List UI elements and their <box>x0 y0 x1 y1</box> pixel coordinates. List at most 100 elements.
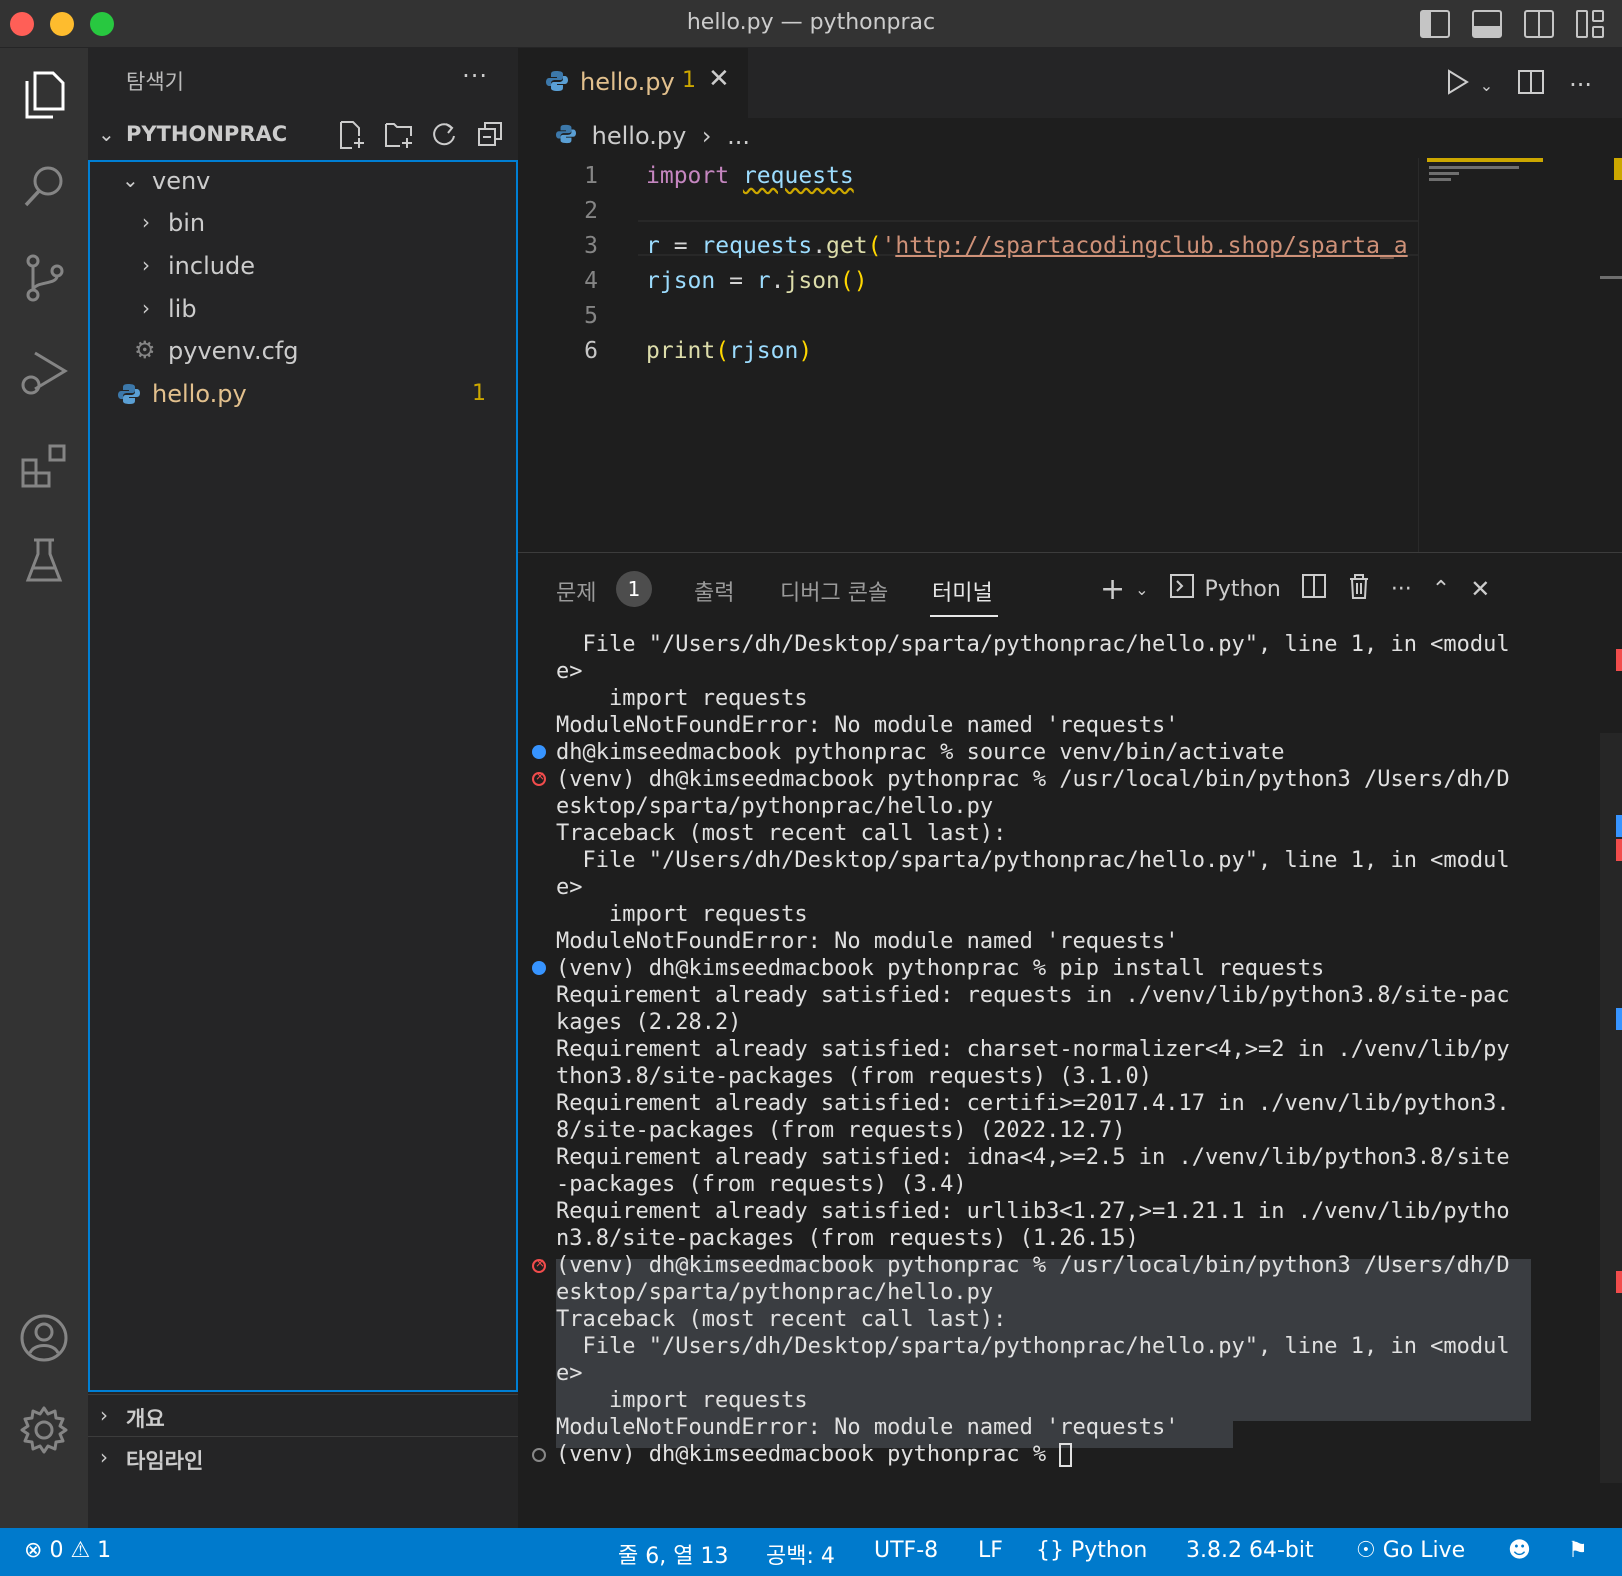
end-of-line[interactable]: LF <box>978 1538 1003 1563</box>
tab-problems[interactable]: 문제 <box>556 575 596 607</box>
window-title: hello.py — pythonprac <box>686 10 936 35</box>
terminal-line: Traceback (most recent call last): <box>556 821 1007 846</box>
collapse-all-icon[interactable] <box>476 120 504 148</box>
notifications-bell-icon[interactable]: ⚑ <box>1568 1538 1588 1563</box>
terminal-line: import requests <box>556 1388 808 1413</box>
tab-debug-console[interactable]: 디버그 콘솔 <box>780 575 888 607</box>
refresh-icon[interactable] <box>430 120 458 148</box>
line-number: 5 <box>584 303 598 329</box>
gear-icon: ⚙ <box>134 336 156 364</box>
editor-scrollbar[interactable] <box>1600 158 1622 552</box>
run-python-file-icon[interactable] <box>1446 68 1470 102</box>
tree-item-label: pyvenv.cfg <box>168 337 299 365</box>
terminal-prompt-line: (venv) dh@kimseedmacbook pythonprac % <box>556 1441 1556 1468</box>
terminal-line: e> <box>556 875 583 900</box>
terminal-line: kages (2.28.2) <box>556 1010 742 1035</box>
extensions-icon[interactable] <box>14 436 74 496</box>
braces-icon: {​} <box>1036 1538 1064 1563</box>
editor-area: hello.py 1 ✕ ⌄ ··· hello.py › ... 1 impo… <box>518 48 1622 552</box>
tree-item-include[interactable]: › include <box>90 247 516 289</box>
timeline-section[interactable]: › 타임라인 <box>88 1436 518 1478</box>
trash-icon[interactable] <box>1347 572 1371 606</box>
python-interpreter[interactable]: 3.8.2 64-bit <box>1186 1538 1314 1563</box>
chevron-right-icon: › <box>142 210 150 234</box>
section-label: 개요 <box>126 1407 165 1431</box>
toggle-secondary-sidebar-icon[interactable] <box>1524 10 1554 38</box>
go-live-button[interactable]: ☉ Go Live <box>1356 1538 1465 1563</box>
new-terminal-icon[interactable]: + <box>1100 572 1125 607</box>
indentation[interactable]: 공백: 4 <box>766 1538 835 1570</box>
tab-output[interactable]: 출력 <box>694 575 734 607</box>
terminal-icon <box>1169 573 1195 605</box>
new-file-icon[interactable] <box>338 120 366 149</box>
warning-count: 1 <box>97 1538 112 1563</box>
active-tab-indicator <box>930 615 998 617</box>
line-number: 2 <box>584 198 598 224</box>
file-tree: ⌄ venv › bin › include › lib ⚙ pyvenv.cf… <box>88 160 518 1392</box>
terminal-line: ModuleNotFoundError: No module named 're… <box>556 929 1179 954</box>
search-icon[interactable] <box>14 156 74 216</box>
encoding[interactable]: UTF-8 <box>874 1538 938 1563</box>
terminal-name[interactable]: Python <box>1205 577 1281 602</box>
command-error-icon[interactable] <box>532 1256 546 1273</box>
more-actions-icon[interactable]: ··· <box>1391 577 1412 602</box>
split-editor-icon[interactable] <box>1517 68 1545 102</box>
problems-status[interactable]: ⊗ 0 ⚠ 1 <box>24 1538 111 1563</box>
chevron-down-icon[interactable]: ⌄ <box>1135 580 1148 599</box>
tree-item-pyvenv-cfg[interactable]: ⚙ pyvenv.cfg <box>90 332 516 374</box>
explorer-more-button[interactable]: ··· <box>462 62 488 90</box>
terminal-line: File "/Users/dh/Desktop/sparta/pythonpra… <box>556 632 1510 657</box>
project-header[interactable]: ⌄ PYTHONPRAC <box>88 114 518 158</box>
tree-item-lib[interactable]: › lib <box>90 290 516 332</box>
close-panel-icon[interactable]: ✕ <box>1470 575 1490 603</box>
customize-layout-icon[interactable] <box>1576 10 1606 38</box>
tab-problem-count: 1 <box>682 68 696 93</box>
terminal-cursor[interactable] <box>1059 1443 1073 1467</box>
toggle-panel-icon[interactable] <box>1472 10 1502 38</box>
info-marker <box>1616 1008 1622 1030</box>
tree-item-venv[interactable]: ⌄ venv <box>90 162 516 204</box>
command-success-dot[interactable] <box>532 745 546 759</box>
split-terminal-icon[interactable] <box>1301 573 1327 605</box>
error-icon: ⊗ <box>24 1538 43 1563</box>
terminal-line: import requests <box>556 686 808 711</box>
editor-actions: ⌄ ··· <box>1446 68 1592 102</box>
run-debug-icon[interactable] <box>14 342 74 402</box>
status-bar: ⊗ 0 ⚠ 1 줄 6, 열 13 공백: 4 UTF-8 LF {​} Pyt… <box>0 1528 1622 1576</box>
account-icon[interactable] <box>14 1308 74 1368</box>
testing-icon[interactable] <box>14 530 74 590</box>
broadcast-icon: ☉ <box>1356 1538 1376 1563</box>
code-line: 4 rjson = r.json() <box>518 263 1418 298</box>
new-folder-icon[interactable] <box>384 120 412 148</box>
tree-item-bin[interactable]: › bin <box>90 204 516 246</box>
terminal-line: ModuleNotFoundError: No module named 're… <box>556 713 1179 738</box>
tree-item-hello-py[interactable]: hello.py 1 <box>90 375 516 417</box>
source-control-icon[interactable] <box>14 248 74 308</box>
minimap[interactable] <box>1418 158 1546 552</box>
breadcrumb-file[interactable]: hello.py <box>592 122 687 150</box>
close-tab-icon[interactable]: ✕ <box>708 64 730 94</box>
tab-terminal[interactable]: 터미널 <box>932 575 993 607</box>
chevron-right-icon: › <box>100 1403 108 1427</box>
terminal-line: n3.8/site-packages (from requests) (1.26… <box>556 1226 1139 1251</box>
command-error-icon[interactable] <box>532 769 546 786</box>
cursor-position[interactable]: 줄 6, 열 13 <box>618 1538 728 1570</box>
explorer-icon[interactable] <box>14 64 74 124</box>
settings-gear-icon[interactable] <box>14 1400 74 1460</box>
tab-hello-py[interactable]: hello.py 1 ✕ <box>518 48 748 118</box>
problems-count-badge: 1 <box>616 571 652 607</box>
code-line: 2 <box>518 193 1418 228</box>
tree-item-label: venv <box>152 167 211 195</box>
terminal-line: (venv) dh@kimseedmacbook pythonprac % pi… <box>556 956 1325 981</box>
outline-section[interactable]: › 개요 <box>88 1394 518 1436</box>
language-mode[interactable]: {​} Python <box>1036 1538 1147 1563</box>
maximize-panel-icon[interactable]: ⌃ <box>1432 577 1450 602</box>
toggle-primary-sidebar-icon[interactable] <box>1420 10 1450 38</box>
more-actions-icon[interactable]: ··· <box>1569 71 1592 99</box>
breadcrumb-symbol[interactable]: ... <box>727 122 750 150</box>
chevron-down-icon[interactable]: ⌄ <box>1480 76 1493 95</box>
command-success-dot[interactable] <box>532 961 546 975</box>
chevron-right-icon: › <box>142 296 150 320</box>
feedback-icon[interactable]: ☻ <box>1508 1538 1531 1563</box>
code-line: 3 r = requests.get('http://spartacodingc… <box>518 228 1418 263</box>
